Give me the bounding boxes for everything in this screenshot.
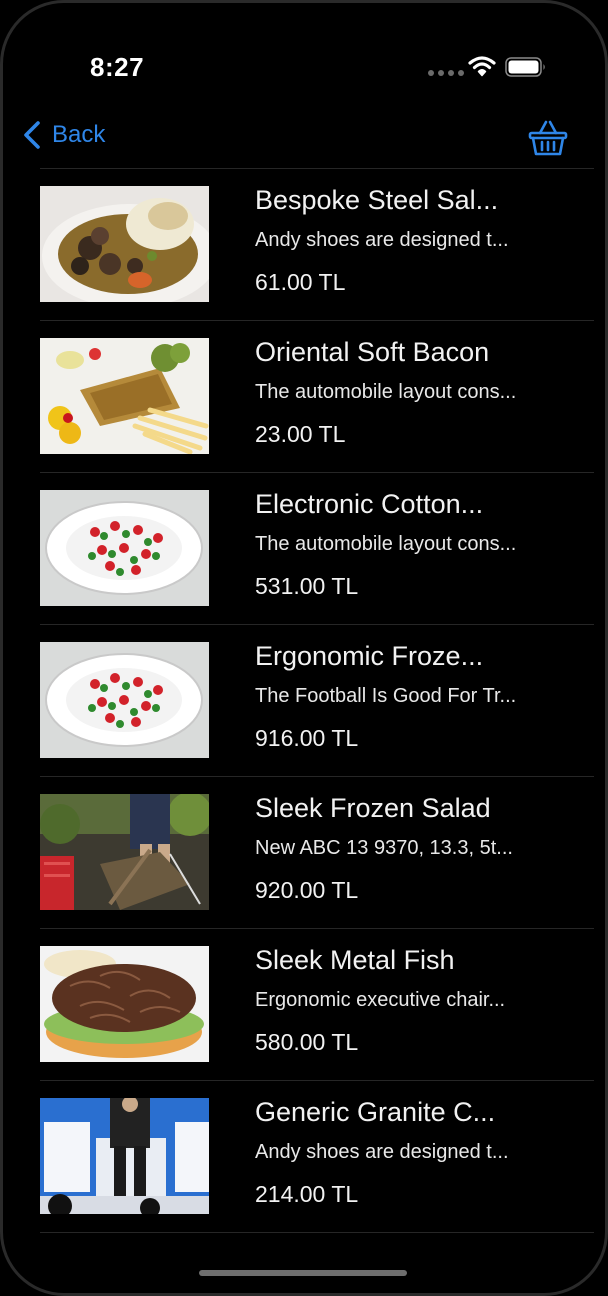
product-price: 23.00 TL xyxy=(255,421,346,447)
product-image xyxy=(40,490,209,606)
photo-garden-digging xyxy=(40,794,209,910)
product-image xyxy=(40,794,209,910)
product-description: The Football Is Good For Tr... xyxy=(255,685,517,707)
product-description: New ABC 13 9370, 13.3, 5t... xyxy=(255,837,513,859)
product-price: 580.00 TL xyxy=(255,1029,359,1055)
product-title: Oriental Soft Bacon xyxy=(255,337,490,367)
status-bar: 8:27 xyxy=(0,0,608,100)
product-image xyxy=(40,186,209,302)
product-row[interactable]: Sleek Frozen Salad New ABC 13 9370, 13.3… xyxy=(40,777,594,929)
product-list: Bespoke Steel Sal... Andy shoes are desi… xyxy=(40,169,594,1233)
product-price: 214.00 TL xyxy=(255,1181,359,1207)
phone-screen: 8:27 Back Bespoke Steel Sal... Andy shoe… xyxy=(0,0,608,1296)
product-row[interactable]: Bespoke Steel Sal... Andy shoes are desi… xyxy=(40,169,594,321)
product-description: Andy shoes are designed t... xyxy=(255,229,509,251)
product-description: The automobile layout cons... xyxy=(255,533,517,555)
back-label: Back xyxy=(52,121,106,148)
photo-conference-stage xyxy=(40,1098,209,1214)
product-description: Andy shoes are designed t... xyxy=(255,1141,509,1163)
product-row[interactable]: Ergonomic Froze... The Football Is Good … xyxy=(40,625,594,777)
food-photo-salad-plate xyxy=(40,490,209,606)
product-row[interactable]: Electronic Cotton... The automobile layo… xyxy=(40,473,594,625)
product-price: 920.00 TL xyxy=(255,877,359,903)
wifi-icon xyxy=(468,56,496,77)
home-indicator[interactable] xyxy=(199,1270,407,1276)
back-button[interactable]: Back xyxy=(22,120,105,150)
status-time: 8:27 xyxy=(90,52,145,82)
cellular-signal-icon xyxy=(428,70,464,76)
product-description: Ergonomic executive chair... xyxy=(255,989,506,1011)
product-image xyxy=(40,946,209,1062)
product-title: Sleek Metal Fish xyxy=(255,945,455,975)
chevron-left-icon xyxy=(24,121,40,149)
product-price: 531.00 TL xyxy=(255,573,359,599)
food-photo-stew xyxy=(40,186,209,302)
product-image xyxy=(40,338,209,454)
product-description: The automobile layout cons... xyxy=(255,381,517,403)
food-photo-fish-fries xyxy=(40,338,209,454)
product-title: Generic Granite C... xyxy=(255,1097,496,1127)
food-photo-burger xyxy=(40,946,209,1062)
basket-icon[interactable] xyxy=(528,118,568,158)
product-row[interactable]: Sleek Metal Fish Ergonomic executive cha… xyxy=(40,929,594,1081)
product-row[interactable]: Oriental Soft Bacon The automobile layou… xyxy=(40,321,594,473)
product-title: Ergonomic Froze... xyxy=(255,641,484,671)
food-photo-salad-plate xyxy=(40,642,209,758)
product-image xyxy=(40,642,209,758)
product-title: Sleek Frozen Salad xyxy=(255,793,491,823)
product-image xyxy=(40,1098,209,1214)
product-title: Electronic Cotton... xyxy=(255,489,484,519)
product-title: Bespoke Steel Sal... xyxy=(255,185,499,215)
battery-icon xyxy=(505,57,545,77)
product-price: 916.00 TL xyxy=(255,725,359,751)
product-row[interactable]: Generic Granite C... Andy shoes are desi… xyxy=(40,1081,594,1233)
product-price: 61.00 TL xyxy=(255,269,346,295)
navigation-bar: Back xyxy=(0,110,608,168)
